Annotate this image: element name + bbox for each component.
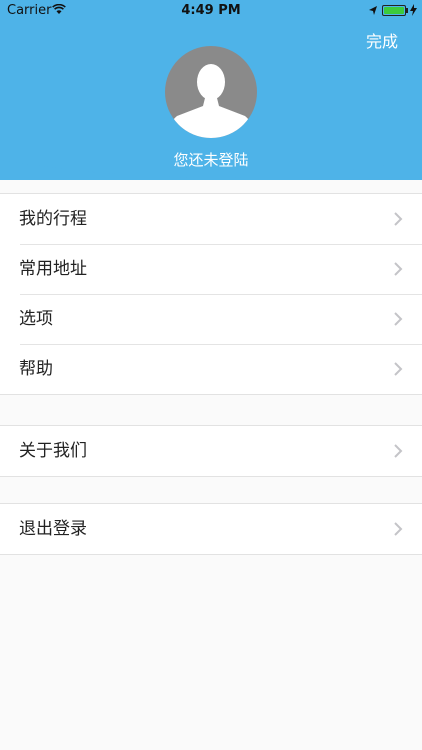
menu-group-about: 关于我们 — [0, 425, 422, 477]
chevron-right-icon — [394, 362, 403, 376]
menu-item-label: 帮助 — [19, 359, 53, 379]
menu-item-label: 选项 — [19, 309, 53, 329]
chevron-right-icon — [394, 522, 403, 536]
menu-item-options[interactable]: 选项 — [0, 294, 422, 344]
chevron-right-icon — [394, 444, 403, 458]
menu-item-about-us[interactable]: 关于我们 — [0, 426, 422, 476]
clock: 4:49 PM — [181, 3, 241, 18]
menu-item-common-addresses[interactable]: 常用地址 — [0, 244, 422, 294]
chevron-right-icon — [394, 262, 403, 276]
menu-item-label: 关于我们 — [19, 441, 87, 461]
battery-level — [384, 7, 404, 14]
avatar[interactable] — [165, 46, 257, 138]
chevron-right-icon — [394, 312, 403, 326]
menu-group-main: 我的行程 常用地址 选项 帮助 — [0, 193, 422, 395]
location-arrow-icon — [369, 6, 377, 15]
menu-item-logout[interactable]: 退出登录 — [0, 504, 422, 554]
done-button[interactable]: 完成 — [356, 30, 408, 54]
menu-item-label: 我的行程 — [19, 209, 87, 229]
menu-item-help[interactable]: 帮助 — [0, 344, 422, 394]
login-status-text[interactable]: 您还未登陆 — [0, 149, 422, 170]
user-silhouette-icon — [167, 64, 255, 138]
menu-item-label: 常用地址 — [19, 259, 87, 279]
status-bar: Carrier 4:49 PM — [0, 0, 422, 22]
battery-tip — [406, 8, 408, 13]
menu-item-label: 退出登录 — [19, 519, 87, 539]
chevron-right-icon — [394, 212, 403, 226]
menu-item-my-trips[interactable]: 我的行程 — [0, 194, 422, 244]
charging-bolt-icon — [410, 4, 417, 16]
menu-group-logout: 退出登录 — [0, 503, 422, 555]
battery-icon — [382, 5, 406, 16]
